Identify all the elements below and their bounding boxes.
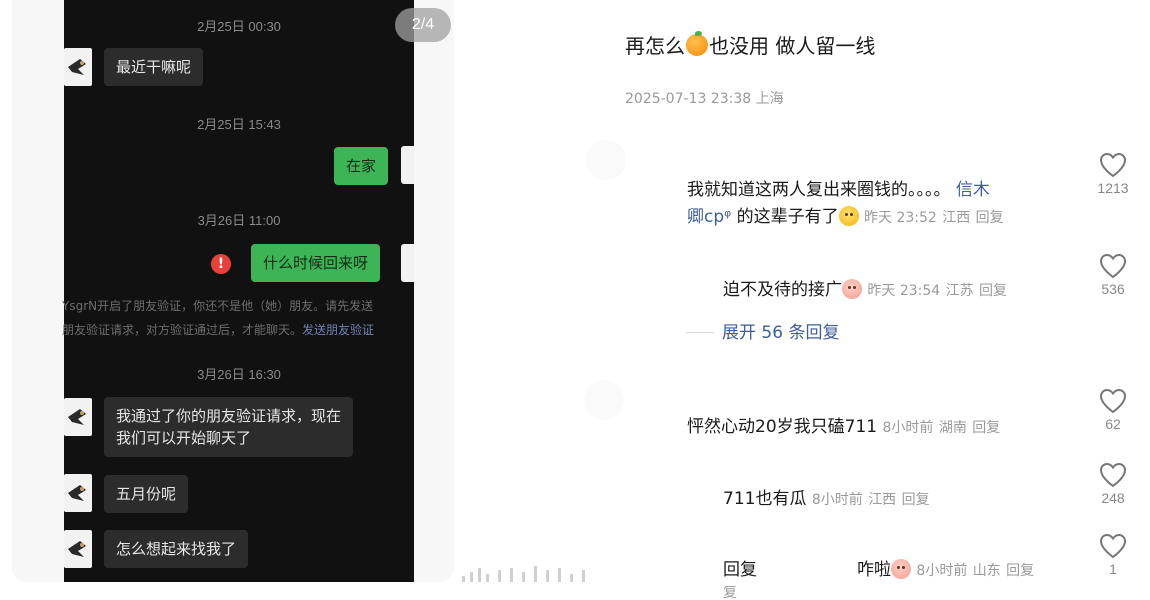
chat-bubble-incoming: 五月份呢	[104, 475, 189, 513]
heart-icon	[1099, 533, 1127, 559]
comment-text: 怦然心动20岁我只磕711	[687, 417, 878, 437]
comment-text: 我就知道这两人复出来圈钱的。。。。	[687, 180, 951, 200]
contact-avatar	[64, 398, 92, 436]
heart-icon	[1099, 152, 1127, 178]
heart-icon	[1099, 253, 1127, 279]
post-title-text: 也没用 做人留一线	[709, 34, 876, 58]
contact-avatar	[64, 48, 92, 86]
comment-location: 江西	[942, 210, 971, 226]
self-avatar	[401, 244, 414, 282]
post-meta: 2025-07-13 23:38 上海	[625, 91, 784, 107]
orange-emoji-icon	[686, 31, 708, 56]
comment-text: 的这辈子有了	[736, 207, 839, 227]
comment-time: 昨天 23:54	[867, 283, 941, 299]
chat-timestamp: 2月25日 00:30	[197, 19, 281, 34]
like-button[interactable]: 62	[1091, 388, 1135, 432]
like-button[interactable]: 1213	[1091, 152, 1135, 196]
contact-avatar	[64, 474, 92, 512]
like-count: 1	[1109, 561, 1117, 577]
comment-item: 我就知道这两人复出来圈钱的。。。。 信木 卿cpᵠ 的这辈子有了 昨天 23:5…	[687, 177, 1067, 232]
reply-item: 回复 咋啦 8小时前 山东 回复	[723, 557, 1034, 585]
comment-line: 我就知道这两人复出来圈钱的。。。。 信木	[687, 177, 1067, 204]
commenter-avatar[interactable]	[584, 380, 624, 420]
like-button[interactable]: 1	[1091, 533, 1135, 577]
contact-avatar	[64, 530, 92, 568]
comment-item: 怦然心动20岁我只磕711 8小时前 湖南 回复	[687, 414, 1000, 442]
reply-button[interactable]: 回复	[1006, 563, 1034, 579]
system-notice-line2: 朋友验证请求，对方验证通过后，才能聊天。发送朋友验证	[62, 318, 412, 342]
chat-bubble-outgoing: 什么时候回来呀	[251, 244, 381, 282]
chat-timestamp: 3月26日 11:00	[197, 213, 281, 228]
comment-time: 8小时前	[916, 563, 968, 579]
comment-text: 回复	[723, 560, 757, 580]
cry-emoji-icon	[842, 279, 862, 299]
weibo-post-page: 2月25日 00:30 最近干嘛呢 2月25日 15:43 在家 3月26日 1…	[0, 0, 1150, 600]
send-failed-icon: !	[211, 254, 231, 274]
mention-link[interactable]: 卿cpᵠ	[687, 207, 731, 227]
like-count: 536	[1101, 281, 1125, 297]
reply-button[interactable]: 回复	[902, 492, 930, 508]
like-button[interactable]: 536	[1091, 253, 1135, 297]
heart-icon	[1099, 462, 1127, 488]
reply-button[interactable]: 回复	[972, 420, 1000, 436]
chat-bubble-incoming: 我通过了你的朋友验证请求，现在 我们可以开始聊天了	[104, 397, 354, 457]
like-count: 1213	[1097, 180, 1129, 196]
like-count: 62	[1105, 416, 1121, 432]
send-verification-link: 发送朋友验证	[302, 323, 375, 337]
post-title: 再怎么 也没用 做人留一线	[625, 30, 875, 59]
chat-bubble-line: 我们可以开始聊天了	[116, 429, 252, 447]
comment-location: 江西	[868, 492, 897, 508]
comment-time: 8小时前	[811, 492, 863, 508]
image-viewer[interactable]: 2月25日 00:30 最近干嘛呢 2月25日 15:43 在家 3月26日 1…	[12, 0, 454, 582]
comment-location: 山东	[972, 563, 1001, 579]
smile-emoji-icon	[838, 206, 859, 226]
commenter-avatar[interactable]	[586, 140, 626, 180]
comment-location: 江苏	[945, 283, 974, 299]
system-notice-line1: YsgrN开启了朋友验证，你还不是他（她）朋友。请先发送	[62, 299, 374, 313]
chat-bubble-incoming: 最近干嘛呢	[104, 48, 204, 86]
post-title-text: 再怎么	[625, 34, 685, 58]
reply-item: 711也有瓜 8小时前 江西 回复	[723, 486, 930, 514]
reply-button[interactable]: 回复	[979, 283, 1007, 299]
expand-replies-button[interactable]: 展开 56 条回复	[686, 318, 839, 343]
comment-time: 昨天 23:52	[864, 210, 937, 226]
reply-button-wrap: 复	[723, 586, 737, 600]
comment-location: 湖南	[938, 420, 967, 436]
expand-replies-label: 展开 56 条回复	[722, 323, 840, 343]
reply-item: 迫不及待的接广 昨天 23:54 江苏 回复	[723, 277, 1007, 305]
chat-screenshot: 2月25日 00:30 最近干嘛呢 2月25日 15:43 在家 3月26日 1…	[62, 0, 414, 582]
mention-link[interactable]: 信木	[956, 180, 990, 200]
chat-bubble-incoming: 怎么想起来找我了	[104, 530, 249, 568]
chat-bubble-line: 我通过了你的朋友验证请求，现在	[116, 407, 342, 425]
heart-icon	[1099, 388, 1127, 414]
like-button[interactable]: 248	[1091, 462, 1135, 506]
baby-emoji-icon	[891, 559, 911, 579]
comment-time: 8小时前	[882, 420, 934, 436]
system-notice-text: 朋友验证请求，对方验证通过后，才能聊天。	[62, 323, 303, 337]
divider	[686, 332, 714, 333]
reply-button[interactable]: 回复	[976, 210, 1004, 226]
comment-text: 咋啦	[857, 560, 891, 580]
self-avatar	[401, 146, 414, 184]
like-count: 248	[1101, 490, 1125, 506]
loading-placeholder-bars	[462, 566, 602, 582]
chat-timestamp: 2月25日 15:43	[197, 117, 281, 132]
comment-line: 卿cpᵠ 的这辈子有了 昨天 23:52 江西 回复	[687, 204, 1067, 232]
comment-text: 711也有瓜	[723, 489, 807, 509]
chat-bubble-outgoing: 在家	[334, 147, 389, 185]
image-page-indicator: 2/4	[395, 8, 451, 42]
chat-timestamp: 3月26日 16:30	[197, 367, 281, 382]
comment-text: 迫不及待的接广	[723, 280, 842, 300]
